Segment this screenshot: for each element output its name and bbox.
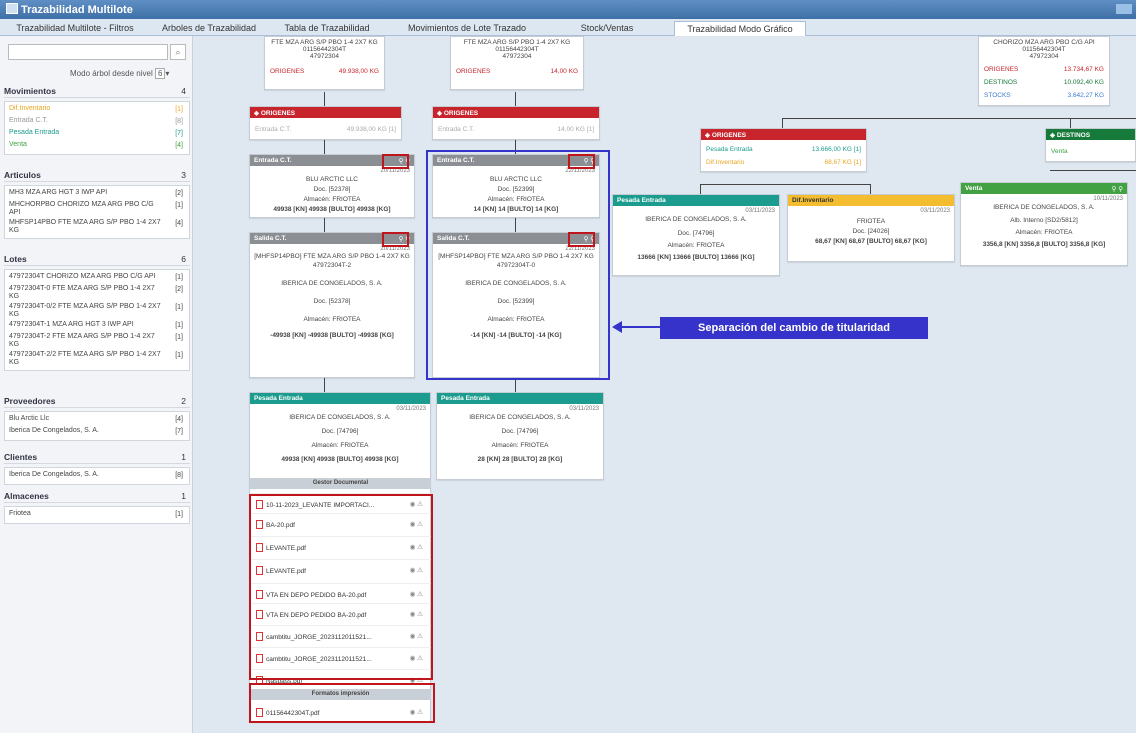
clientes-section: Clientes 1 Iberica De Congelados, S. A. [8… [4, 452, 190, 485]
origenes-card[interactable]: ◈ ORIGENES Pesada Entrada 13.666,00 KG [1]… [700, 128, 867, 172]
tab-modo-grafico[interactable]: Trazabilidad Modo Gráfico [674, 21, 806, 36]
annotation-box [426, 150, 610, 380]
arrow-icon [612, 321, 622, 333]
window-controls[interactable] [1116, 4, 1132, 14]
tab-movimientos[interactable]: Movimientos de Lote Trazado [386, 21, 548, 36]
list-item[interactable]: Iberica De Congelados, S. A. [8] [5, 470, 189, 482]
lote-card[interactable]: FTE MZA ARG S/P PBO 1-4 2X7 KG 0115644230… [450, 36, 584, 90]
dif-inventario-card[interactable]: Dif.Inventario 03/11/2023 FRIOTEA Doc. [240… [787, 194, 955, 262]
highlight-box [249, 683, 435, 723]
title-bar: Trazabilidad Multilote [0, 0, 1136, 19]
movimientos-section: Movimientos 4 Dif.Inventario [1] Entrada C… [4, 86, 190, 155]
almacenes-section: Almacenes 1 Friotea [1] [4, 491, 190, 524]
sidebar: ⌕ Modo árbol desde nivel 6 ▾ Movimientos 4… [0, 36, 193, 733]
list-item[interactable]: Dif.Inventario [1] [5, 104, 189, 116]
lote-card[interactable]: FTE MZA ARG S/P PBO 1-4 2X7 KG 0115644230… [264, 36, 385, 90]
annotation-label: Separación del cambio de titularidad [660, 317, 928, 339]
pesada-entrada-card[interactable]: Pesada Entrada 03/11/2023 IBERICA DE CONGE… [436, 392, 604, 480]
proveedores-section: Proveedores 2 Blu Arctic Llc [4] Iberica D… [4, 396, 190, 441]
list-item[interactable]: 47972304T CHORIZO MZA ARG PBO C/G API [1] [5, 272, 189, 284]
tab-bar: Trazabilidad Multilote - Filtros Arboles… [0, 19, 1136, 36]
origenes-card[interactable]: ◈ ORIGENES Entrada C.T. 14,00 KG [1] [432, 106, 600, 140]
tab-stock[interactable]: Stock/Ventas [548, 21, 666, 36]
window-title: Trazabilidad Multilote [21, 4, 133, 16]
list-item[interactable]: 47972304T-2 FTE MZA ARG S/P PBO 1-4 2X7 … [5, 332, 189, 350]
gestor-documental-header: Gestor Documental [250, 478, 431, 489]
list-item[interactable]: Pesada Entrada [7] [5, 128, 189, 140]
list-item[interactable]: Iberica De Congelados, S. A. [7] [5, 426, 189, 438]
articulos-section: Articulos 3 MH3 MZA ARG HGT 3 IWP API [2] … [4, 170, 190, 239]
list-item[interactable]: Friotea [1] [5, 509, 189, 521]
pesada-entrada-card[interactable]: Pesada Entrada 03/11/2023 IBERICA DE CONGE… [612, 194, 780, 276]
list-item[interactable]: MHFSP14PBO FTE MZA ARG S/P PBO 1-4 2X7 K… [5, 218, 189, 236]
search-input[interactable] [8, 44, 168, 60]
highlight-box [382, 232, 409, 247]
list-item[interactable]: Blu Arctic Llc [4] [5, 414, 189, 426]
list-item[interactable]: MH3 MZA ARG HGT 3 IWP API [2] [5, 188, 189, 200]
highlight-box [382, 154, 409, 169]
lotes-section: Lotes 6 47972304T CHORIZO MZA ARG PBO C/G… [4, 254, 190, 371]
salida-ct-card[interactable]: Salida C.T. ⚲ ⚲ 20/11/2023 [MHFSP14PBO] FTE… [249, 232, 415, 378]
lote-card[interactable]: CHORIZO MZA ARG PBO C/G API 01156442304T 4… [978, 36, 1110, 106]
venta-card[interactable]: Venta ⚲ ⚲ 10/11/2023 IBERICA DE CONGELADOS,… [960, 182, 1128, 266]
modo-arbol[interactable]: Modo árbol desde nivel 6 ▾ [70, 68, 169, 79]
modo-label: Modo árbol desde nivel [70, 69, 153, 78]
section-count: 4 [181, 86, 186, 96]
list-item[interactable]: MHCHORPBO CHORIZO MZA ARG PBO C/G API [1] [5, 200, 189, 218]
list-item[interactable]: 47972304T-2/2 FTE MZA ARG S/P PBO 1-4 2X… [5, 350, 189, 368]
tab-arboles[interactable]: Arboles de Trazabilidad [150, 21, 268, 36]
search-icon[interactable]: ⌕ [170, 44, 186, 60]
list-item[interactable]: Entrada C.T. [8] [5, 116, 189, 128]
list-item[interactable]: 47972304T-0/2 FTE MZA ARG S/P PBO 1-4 2X… [5, 302, 189, 320]
destinos-card[interactable]: ◈ DESTINOS Venta [1045, 128, 1136, 162]
tab-tabla[interactable]: Tabla de Trazabilidad [268, 21, 386, 36]
list-item[interactable]: 47972304T-0 FTE MZA ARG S/P PBO 1-4 2X7 … [5, 284, 189, 302]
highlight-box [249, 494, 433, 680]
modo-select[interactable]: 6 [154, 68, 166, 79]
list-item[interactable]: 47972304T-1 MZA ARG HGT 3 IWP API [1] [5, 320, 189, 332]
section-title: Movimientos [4, 86, 56, 96]
app-icon [6, 3, 18, 14]
tab-filtros[interactable]: Trazabilidad Multilote - Filtros [0, 21, 150, 36]
origenes-card[interactable]: ◈ ORIGENES Entrada C.T. 49.938,00 KG [1] [249, 106, 402, 140]
list-item[interactable]: Venta [4] [5, 140, 189, 152]
